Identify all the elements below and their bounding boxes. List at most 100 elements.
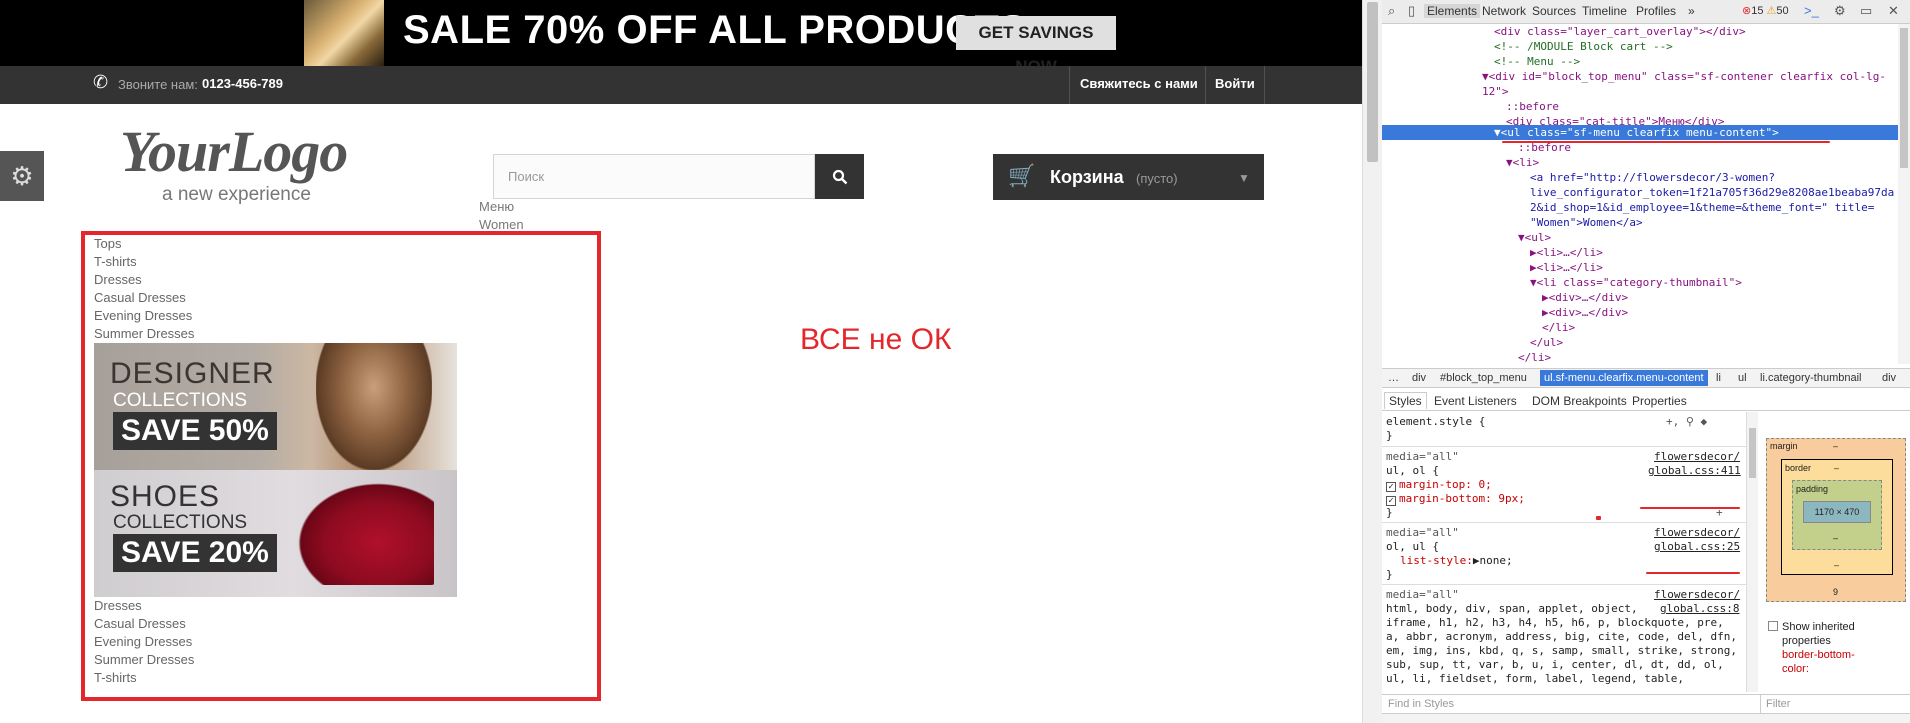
dom-scrollbar[interactable] (1898, 24, 1910, 364)
dom-line[interactable]: </li> (1518, 350, 1551, 364)
tab-styles[interactable]: Styles (1384, 392, 1427, 409)
styles-scrollbar[interactable] (1746, 412, 1758, 692)
promo-banner-shoes[interactable]: SHOES COLLECTIONS SAVE 20% (94, 470, 457, 597)
rule-source-link[interactable]: flowersdecor/ (1654, 588, 1740, 602)
rule-selector-line[interactable]: sub, sup, tt, var, b, u, i, center, dl, … (1386, 658, 1724, 672)
style-actions[interactable]: +, ⚲ ◆ (1666, 415, 1707, 429)
menu-link[interactable]: Summer Dresses (94, 652, 194, 667)
promo-banner-designer[interactable]: DESIGNER COLLECTIONS SAVE 50% (94, 343, 457, 470)
gear-icon[interactable]: ⚙ (1834, 3, 1846, 19)
dom-line[interactable]: ::before (1506, 99, 1559, 114)
search-input[interactable]: Поиск (493, 154, 815, 199)
tab-elements[interactable]: Elements (1424, 4, 1481, 18)
tab-sources[interactable]: Sources (1532, 4, 1576, 18)
filter-input[interactable]: Filter (1766, 698, 1790, 710)
breadcrumb-item[interactable]: #block_top_menu (1440, 372, 1527, 384)
menu-link[interactable]: T-shirts (94, 254, 137, 269)
tab-event-listeners[interactable]: Event Listeners (1434, 394, 1517, 408)
breadcrumb-item[interactable]: … (1388, 372, 1399, 384)
rule-source-link[interactable]: global.css:411 (1648, 464, 1741, 478)
style-property[interactable]: ✓ margin-top: 0; (1386, 478, 1492, 492)
show-inherited-checkbox[interactable] (1768, 621, 1778, 631)
dom-line[interactable]: ▶<li>…</li> (1530, 260, 1603, 275)
inspect-icon[interactable]: ⌕ (1388, 3, 1395, 19)
dom-line[interactable]: <div class="layer_cart_overlay"></div> (1494, 24, 1746, 39)
dom-line[interactable]: 12"> (1482, 84, 1509, 99)
dom-line[interactable]: <!-- Menu --> (1494, 54, 1580, 69)
box-model-margin[interactable]: margin – 9 border – – padding – 1170 × 4… (1766, 438, 1906, 602)
dom-line[interactable]: ▶<div>…</div> (1542, 305, 1628, 320)
tab-timeline[interactable]: Timeline (1582, 4, 1627, 18)
menu-link[interactable]: Dresses (94, 598, 142, 613)
rule-selector[interactable]: ul, ol { (1386, 464, 1439, 478)
tab-profiles[interactable]: Profiles (1636, 4, 1676, 18)
breadcrumb-item-active[interactable]: ul.sf-menu.clearfix.menu-content (1540, 370, 1708, 386)
scrollbar-thumb[interactable] (1900, 28, 1908, 168)
rule-selector-line[interactable]: em, img, ins, kbd, q, s, samp, small, st… (1386, 644, 1737, 658)
dom-line[interactable]: </li> (1542, 320, 1575, 335)
login-link[interactable]: Войти (1205, 66, 1265, 104)
property-checkbox[interactable]: ✓ (1386, 482, 1396, 492)
menu-link[interactable]: Summer Dresses (94, 326, 194, 341)
device-mode-icon[interactable]: ▯ (1408, 3, 1415, 19)
console-counts[interactable]: ⊗15 ⚠50 (1742, 4, 1789, 17)
rule-selector[interactable]: ol, ul { (1386, 540, 1439, 554)
box-model-border[interactable]: border – – padding – 1170 × 470 (1781, 459, 1893, 575)
breadcrumb-item[interactable]: div (1412, 372, 1426, 384)
site-logo[interactable]: YourLogo a new experience (120, 122, 348, 206)
menu-link[interactable]: T-shirts (94, 670, 137, 685)
menu-link[interactable]: Casual Dresses (94, 290, 186, 305)
dom-line[interactable]: 2&id_shop=1&id_employee=1&theme=&theme_f… (1530, 200, 1874, 215)
breadcrumb-item[interactable]: div (1882, 372, 1896, 384)
rule-source-link[interactable]: flowersdecor/ (1654, 450, 1740, 464)
rule-source-link[interactable]: global.css:8 (1660, 602, 1739, 616)
dom-line[interactable]: </ul> (1530, 335, 1563, 350)
rule-source-link[interactable]: global.css:25 (1654, 540, 1740, 554)
more-tabs-button[interactable]: » (1688, 4, 1695, 18)
box-model-padding[interactable]: padding – 1170 × 470 (1792, 480, 1882, 550)
rule-source-link[interactable]: flowersdecor/ (1654, 526, 1740, 540)
menu-link[interactable]: Casual Dresses (94, 616, 186, 631)
dom-line-selected[interactable]: ▼<ul class="sf-menu clearfix menu-conten… (1494, 125, 1779, 140)
menu-item-women[interactable]: Women (479, 217, 524, 232)
rule-selector-line[interactable]: html, body, div, span, applet, object, (1386, 602, 1638, 616)
style-property[interactable]: list-style:▶none; (1400, 554, 1513, 568)
search-button[interactable] (815, 154, 864, 199)
dom-line[interactable]: <a href="http://flowersdecor/3-women? (1530, 170, 1775, 185)
show-inherited-toggle[interactable]: Show inherited properties border-bottom-… (1768, 620, 1855, 676)
add-property-icon[interactable]: + (1716, 506, 1723, 520)
dom-line[interactable]: ▼<div id="block_top_menu" class="sf-cont… (1482, 69, 1886, 84)
top-banner[interactable]: SALE 70% OFF ALL PRODUCTS GET SAVINGS NO… (0, 0, 1362, 76)
dom-line[interactable]: ▼<li class="category-thumbnail"> (1530, 275, 1742, 290)
element-style-selector[interactable]: element.style { (1386, 415, 1485, 429)
scrollbar-thumb[interactable] (1367, 2, 1378, 162)
breadcrumb-item[interactable]: li (1716, 372, 1721, 384)
property-checkbox[interactable]: ✓ (1386, 496, 1396, 506)
find-in-styles-input[interactable]: Find in Styles (1388, 698, 1454, 710)
tab-properties[interactable]: Properties (1632, 394, 1687, 408)
breadcrumb-item[interactable]: ul (1738, 372, 1747, 384)
dom-line[interactable]: <!-- /MODULE Block cart --> (1494, 39, 1673, 54)
scrollbar-thumb[interactable] (1749, 428, 1756, 478)
tab-dom-breakpoints[interactable]: DOM Breakpoints (1532, 394, 1627, 408)
rule-selector-line[interactable]: a, abbr, acronym, address, big, cite, co… (1386, 630, 1737, 644)
menu-link[interactable]: Tops (94, 236, 121, 251)
get-savings-button[interactable]: GET SAVINGS NOW (956, 16, 1116, 76)
close-icon[interactable]: ✕ (1888, 3, 1899, 19)
dom-line[interactable]: ▼<li> (1506, 155, 1539, 170)
console-drawer-icon[interactable]: >_ (1804, 3, 1819, 18)
dom-line[interactable]: ▶<li>…</li> (1530, 245, 1603, 260)
menu-link[interactable]: Dresses (94, 272, 142, 287)
theme-configurator-toggle[interactable]: ⚙ (0, 151, 44, 201)
contact-us-link[interactable]: Свяжитесь с нами (1069, 66, 1208, 104)
dom-line[interactable]: ▼<ul> (1518, 230, 1551, 245)
menu-link[interactable]: Evening Dresses (94, 634, 192, 649)
menu-link[interactable]: Evening Dresses (94, 308, 192, 323)
page-scrollbar[interactable] (1362, 0, 1382, 723)
style-property[interactable]: ✓ margin-bottom: 9px; (1386, 492, 1525, 506)
box-model-content[interactable]: 1170 × 470 (1803, 501, 1871, 523)
breadcrumb-item[interactable]: li.category-thumbnail (1760, 372, 1862, 384)
rule-selector-line[interactable]: ul, li, fieldset, form, label, legend, t… (1386, 672, 1684, 686)
cart-button[interactable]: 🛒 Корзина (пусто) ▼ (993, 154, 1264, 200)
tab-network[interactable]: Network (1482, 4, 1526, 18)
